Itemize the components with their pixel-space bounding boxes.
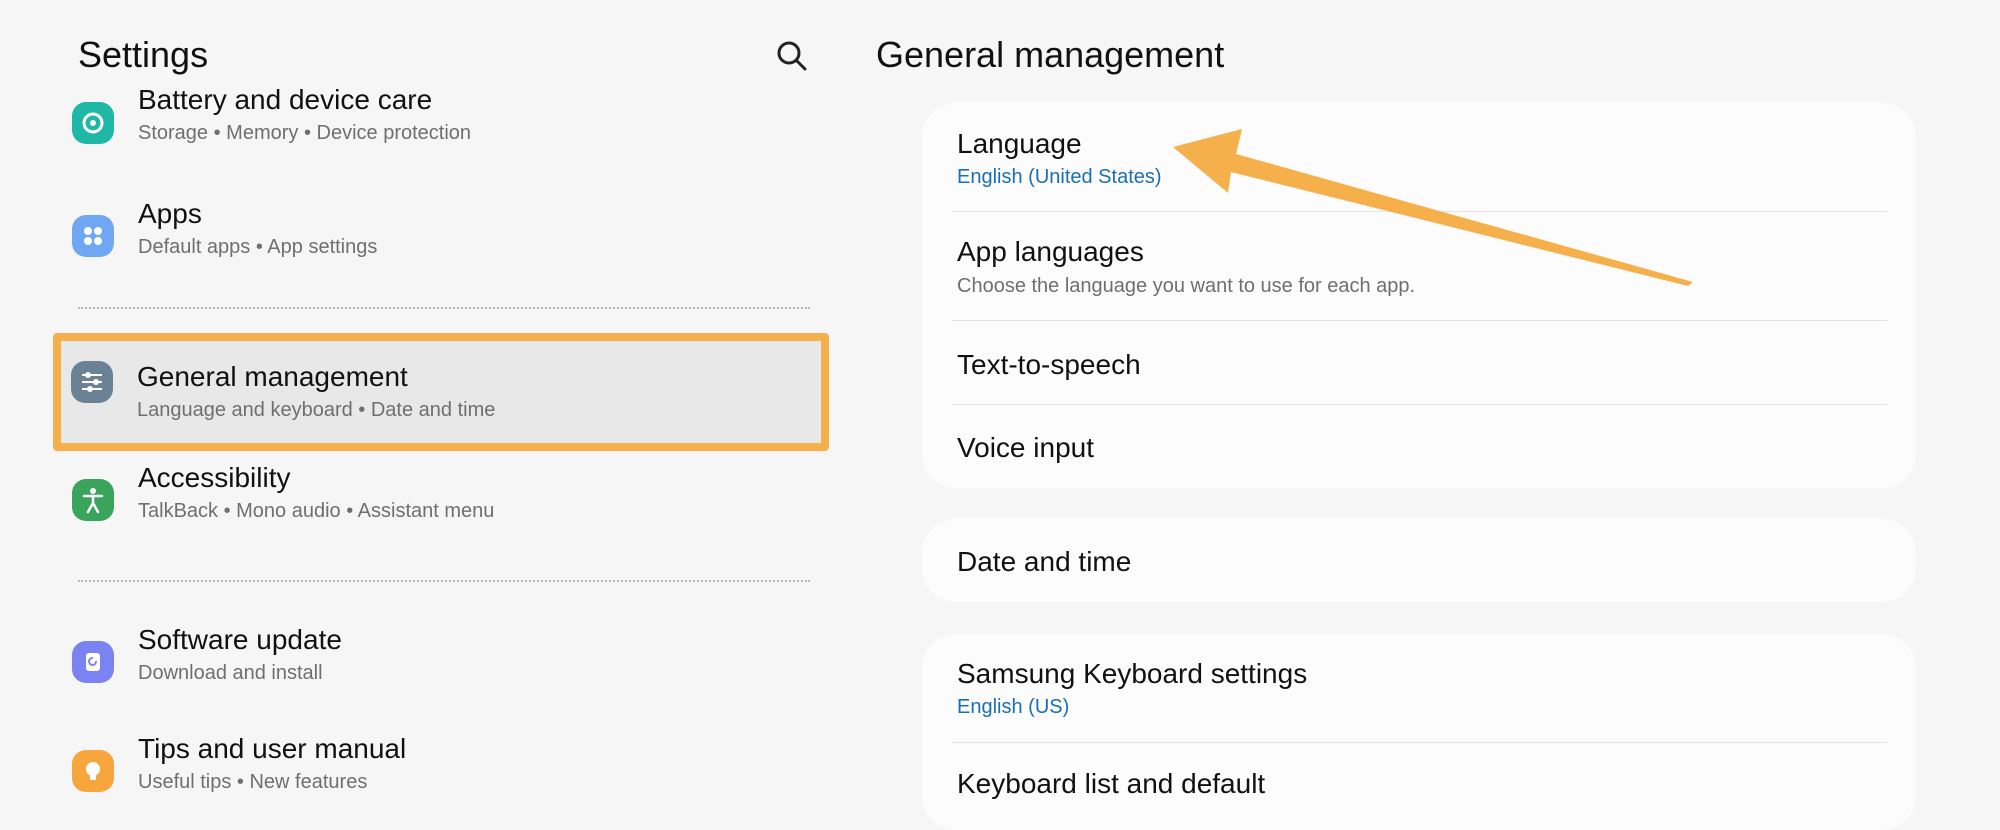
sidebar-item-accessibility[interactable]: Accessibility TalkBack • Mono audio • As…	[55, 452, 825, 552]
row-subtitle: English (United States)	[957, 166, 1162, 188]
sidebar-item-subtitle: TalkBack • Mono audio • Assistant menu	[138, 500, 495, 522]
sidebar-item-label: Tips and user manual	[138, 733, 407, 764]
divider	[78, 307, 810, 309]
page-title: General management	[876, 34, 1225, 75]
sidebar-item-label: Software update	[138, 624, 342, 655]
battery-care-icon	[72, 102, 114, 144]
sidebar-item-label: Battery and device care	[138, 84, 433, 115]
sidebar-item-general-management[interactable]: General management Language and keyboard…	[53, 333, 829, 451]
row-label: App languages	[957, 236, 1144, 267]
sidebar-item-apps[interactable]: Apps Default apps • App settings	[55, 188, 825, 288]
language-row[interactable]: Language English (United States)	[922, 103, 1916, 211]
divider	[78, 580, 810, 582]
search-icon	[777, 41, 807, 71]
search-button[interactable]	[772, 36, 812, 76]
accessibility-icon	[72, 479, 114, 521]
row-label: Language	[957, 128, 1082, 159]
sidebar-item-subtitle: Download and install	[138, 662, 323, 684]
lightbulb-icon	[72, 750, 114, 792]
row-subtitle: Choose the language you want to use for …	[957, 275, 1416, 297]
text-to-speech-row[interactable]: Text-to-speech	[922, 321, 1916, 404]
date-and-time-row[interactable]: Date and time	[922, 519, 1916, 602]
row-label: Keyboard list and default	[957, 768, 1266, 799]
sidebar-item-label: Apps	[138, 198, 202, 229]
keyboard-card: Samsung Keyboard settings English (US) K…	[922, 634, 1916, 830]
row-label: Voice input	[957, 432, 1094, 463]
sidebar-item-subtitle: Storage • Memory • Device protection	[138, 122, 472, 144]
sidebar-item-subtitle: Language and keyboard • Date and time	[137, 399, 496, 421]
apps-icon	[72, 215, 114, 257]
row-label: Date and time	[957, 546, 1132, 577]
sidebar-item-label: General management	[137, 361, 408, 392]
sidebar-item-battery[interactable]: Battery and device care Storage • Memory…	[55, 84, 825, 188]
app-languages-row[interactable]: App languages Choose the language you wa…	[922, 212, 1916, 320]
sidebar-item-tips[interactable]: Tips and user manual Useful tips • New f…	[55, 723, 825, 823]
row-subtitle: English (US)	[957, 696, 1070, 718]
row-label: Text-to-speech	[957, 349, 1141, 380]
samsung-keyboard-settings-row[interactable]: Samsung Keyboard settings English (US)	[922, 634, 1916, 742]
software-update-icon	[72, 641, 114, 683]
settings-pane: Settings Battery and device care Storage…	[0, 0, 860, 830]
keyboard-list-row[interactable]: Keyboard list and default	[922, 743, 1916, 830]
language-card: Language English (United States) App lan…	[922, 103, 1916, 488]
row-label: Samsung Keyboard settings	[957, 658, 1308, 689]
sidebar-item-subtitle: Useful tips • New features	[138, 771, 368, 793]
settings-title: Settings	[78, 34, 209, 75]
sliders-icon	[71, 361, 113, 403]
sidebar-item-subtitle: Default apps • App settings	[138, 236, 378, 258]
sidebar-item-software-update[interactable]: Software update Download and install	[55, 614, 825, 714]
date-time-card: Date and time	[922, 519, 1916, 602]
sidebar-item-label: Accessibility	[138, 462, 291, 493]
voice-input-row[interactable]: Voice input	[922, 405, 1916, 488]
